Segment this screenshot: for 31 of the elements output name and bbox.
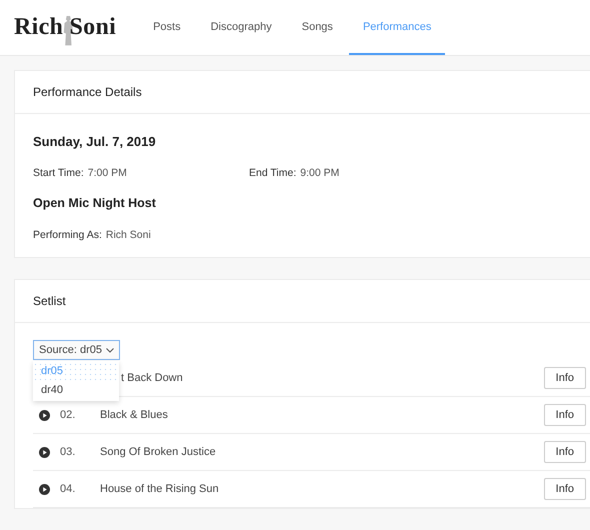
info-button[interactable]: Info [544,367,586,389]
field-value: Rich Soni [106,229,151,241]
source-dropdown[interactable]: Source: dr05 [33,340,120,360]
nav-tab[interactable]: Songs [288,0,347,55]
site-logo[interactable]: Rich Soni [14,0,116,55]
field-label: Start Time: [33,167,84,179]
caret-icon [106,348,114,352]
nav-tab[interactable]: Discography [196,0,286,55]
info-button[interactable]: Info [544,478,586,500]
info-button[interactable]: Info [544,404,586,426]
field-value: 9:00 PM [300,167,340,179]
event-title: Open Mic Night Host [33,196,157,210]
track-title: t Back Down [121,372,184,384]
track-title: House of the Rising Sun [100,483,220,495]
field-label: End Time: [249,167,296,179]
card-title: Setlist [15,280,590,323]
play-icon[interactable] [39,410,50,420]
info-button[interactable]: Info [544,441,586,463]
dropdown-option[interactable]: dr40 [33,381,119,400]
track-number: 03. [60,446,76,458]
performance-date: Sunday, Jul. 7, 2019 [33,134,157,149]
track-number: 02. [60,409,76,421]
play-icon[interactable] [39,446,50,458]
track-title: Song Of Broken Justice [100,446,217,458]
play-icon[interactable] [39,484,50,494]
card-title: Performance Details [15,71,590,114]
nav-tab[interactable]: Posts [139,0,195,55]
field-label: Performing As: [33,229,102,241]
field-value: 7:00 PM [88,167,127,179]
track-number: 04. [60,483,76,495]
track-title: Black & Blues [100,409,169,421]
